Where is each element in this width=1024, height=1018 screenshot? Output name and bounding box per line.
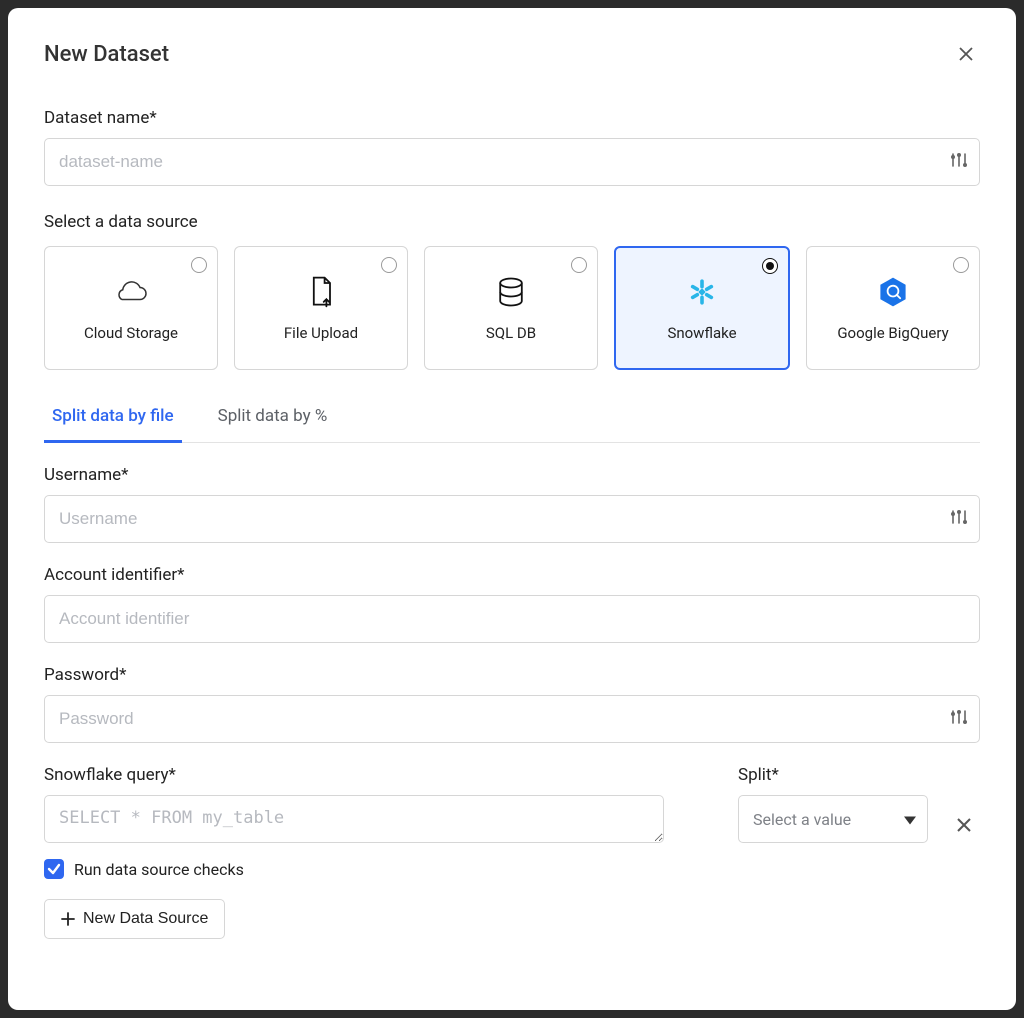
data-source-card-snowflake[interactable]: Snowflake [614, 246, 790, 370]
check-icon [47, 862, 61, 876]
close-icon [956, 817, 972, 833]
split-mode-tabs: Split data by file Split data by % [44, 394, 980, 443]
cloud-icon [113, 274, 149, 310]
clear-split-button[interactable] [948, 801, 980, 849]
caret-down-icon [904, 810, 916, 829]
account-id-input[interactable] [44, 595, 980, 643]
modal-title: New Dataset [44, 42, 169, 67]
new-data-source-label: New Data Source [83, 910, 208, 928]
radio-bigquery[interactable] [953, 257, 969, 273]
data-source-card-cloud-storage[interactable]: Cloud Storage [44, 246, 218, 370]
sliders-icon[interactable] [950, 508, 968, 530]
account-id-label: Account identifier* [44, 565, 980, 585]
username-input[interactable] [44, 495, 980, 543]
data-source-section-label: Select a data source [44, 212, 980, 232]
data-source-card-file-upload[interactable]: File Upload [234, 246, 408, 370]
split-label: Split* [738, 765, 928, 785]
bigquery-icon [875, 274, 911, 310]
run-checks-checkbox[interactable] [44, 859, 64, 879]
data-source-card-bigquery[interactable]: Google BigQuery [806, 246, 980, 370]
data-source-label-bigquery: Google BigQuery [837, 324, 948, 342]
new-data-source-button[interactable]: New Data Source [44, 899, 225, 939]
data-source-label-snowflake: Snowflake [667, 324, 736, 342]
data-source-label-sql-db: SQL DB [486, 324, 536, 342]
new-dataset-modal: New Dataset Dataset name* Select a data … [8, 8, 1016, 1010]
data-source-label-file-upload: File Upload [284, 324, 358, 342]
split-select-placeholder: Select a value [753, 810, 851, 829]
tab-split-by-percent[interactable]: Split data by % [210, 394, 336, 443]
sliders-icon[interactable] [950, 708, 968, 730]
dataset-name-label: Dataset name* [44, 108, 980, 128]
close-button[interactable] [952, 40, 980, 68]
split-select[interactable]: Select a value [738, 795, 928, 843]
query-input[interactable] [44, 795, 664, 843]
data-source-card-sql-db[interactable]: SQL DB [424, 246, 598, 370]
snowflake-icon [684, 274, 720, 310]
data-source-label-cloud-storage: Cloud Storage [84, 324, 178, 342]
plus-icon [61, 912, 75, 926]
radio-cloud-storage[interactable] [191, 257, 207, 273]
sliders-icon[interactable] [950, 151, 968, 173]
dataset-name-input[interactable] [44, 138, 980, 186]
data-source-cards: Cloud Storage File Upload SQL DB Snowfla… [44, 246, 980, 370]
close-icon [958, 46, 974, 62]
radio-file-upload[interactable] [381, 257, 397, 273]
tab-split-by-file[interactable]: Split data by file [44, 394, 182, 443]
password-label: Password* [44, 665, 980, 685]
query-label: Snowflake query* [44, 765, 718, 785]
database-icon [493, 274, 529, 310]
username-label: Username* [44, 465, 980, 485]
radio-snowflake[interactable] [762, 258, 778, 274]
password-input[interactable] [44, 695, 980, 743]
run-checks-label: Run data source checks [74, 860, 244, 879]
radio-sql-db[interactable] [571, 257, 587, 273]
file-upload-icon [303, 274, 339, 310]
